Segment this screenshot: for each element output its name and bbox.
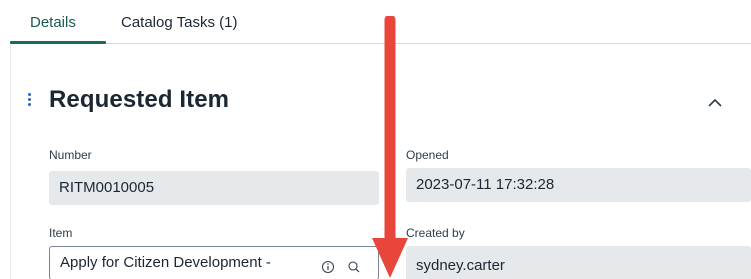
opened-value: 2023-07-11 17:32:28 <box>416 176 555 193</box>
info-icon[interactable] <box>320 255 336 273</box>
chevron-up-icon <box>708 98 722 107</box>
search-icon[interactable] <box>346 255 362 273</box>
tab-details[interactable]: Details <box>30 14 76 31</box>
form-page: Details Catalog Tasks (1) Requested Item… <box>0 0 751 279</box>
item-value: Apply for Citizen Development - <box>60 254 271 271</box>
red-down-arrow <box>372 16 408 278</box>
number-label: Number <box>49 148 92 162</box>
drag-handle-icon[interactable] <box>28 93 32 107</box>
created-by-value: sydney.carter <box>416 257 505 274</box>
number-value: RITM0010005 <box>59 179 155 196</box>
section-title: Requested Item <box>49 86 230 113</box>
item-field[interactable]: Apply for Citizen Development - <box>49 246 379 279</box>
tab-catalog-tasks[interactable]: Catalog Tasks (1) <box>121 14 237 31</box>
created-by-field[interactable]: sydney.carter <box>406 246 751 279</box>
opened-field[interactable]: 2023-07-11 17:32:28 <box>406 168 751 202</box>
item-label: Item <box>49 226 73 240</box>
opened-label: Opened <box>406 148 449 162</box>
number-field[interactable]: RITM0010005 <box>49 171 379 205</box>
created-by-label: Created by <box>406 226 465 240</box>
collapse-button[interactable] <box>702 92 728 114</box>
